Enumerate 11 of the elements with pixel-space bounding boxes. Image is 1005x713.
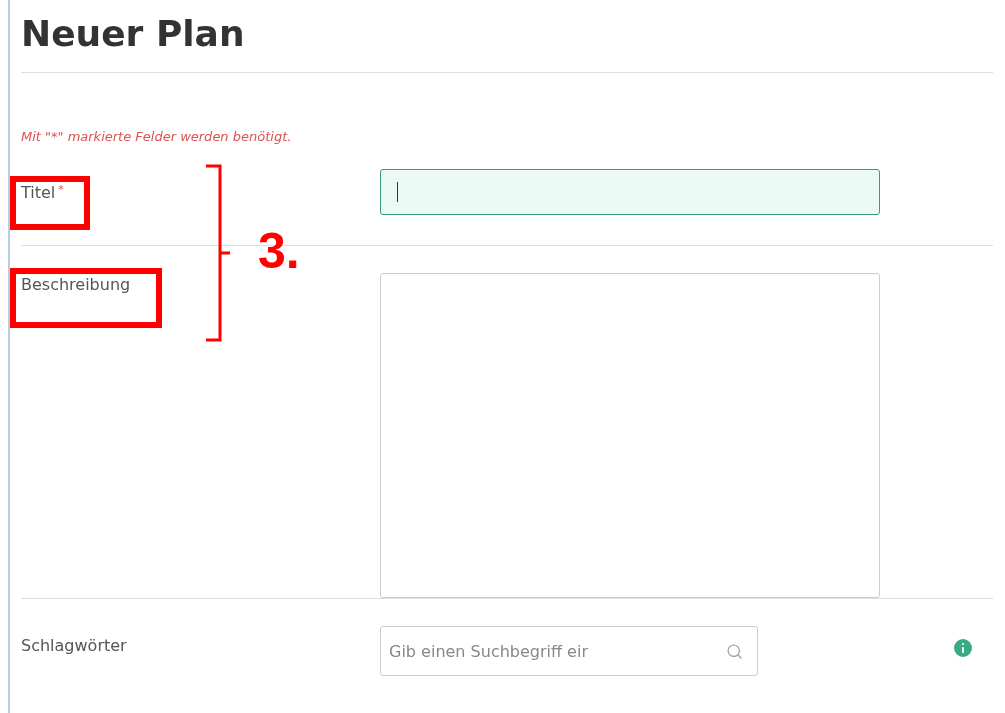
field-label: Schlagwörter bbox=[21, 635, 128, 655]
required-fields-note: Mit "*" markierte Felder werden benötigt. bbox=[21, 129, 293, 144]
search-icon bbox=[726, 642, 743, 660]
page-title: Neuer Plan bbox=[21, 12, 246, 56]
text-cursor bbox=[397, 182, 398, 202]
annotation-number: 3. bbox=[258, 222, 300, 280]
field-label: Titel * bbox=[21, 182, 65, 202]
search-field[interactable]: Gib einen Suchbegriff eir bbox=[380, 626, 758, 676]
info-icon[interactable] bbox=[951, 636, 975, 660]
field-label: Beschreibung bbox=[21, 274, 132, 294]
title-input-field[interactable] bbox=[380, 169, 880, 215]
